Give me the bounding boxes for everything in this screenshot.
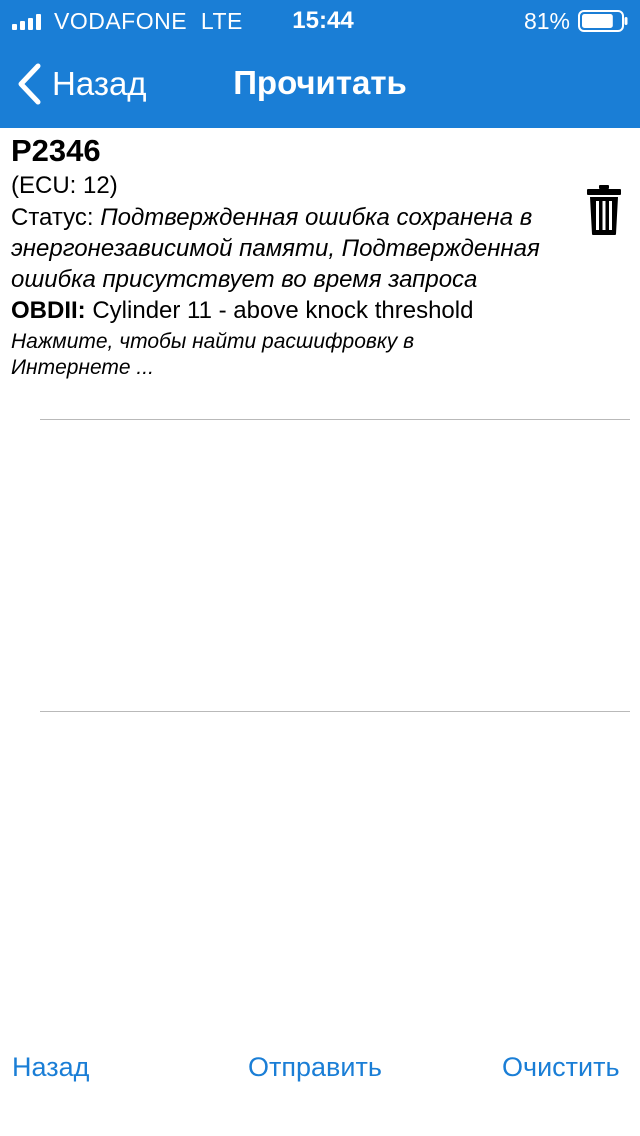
- battery-fill: [582, 14, 613, 28]
- clear-button[interactable]: Очистить: [502, 1052, 620, 1083]
- battery-icon: [578, 10, 628, 32]
- bottom-toolbar: Назад Отправить Очистить: [0, 1040, 640, 1100]
- nav-bar: Назад Прочитать: [0, 40, 640, 128]
- error-list-item[interactable]: P2346 (ECU: 12) Статус: Подтвержденная о…: [11, 128, 571, 381]
- header: VODAFONE LTE 15:44 81% Назад Прочитать: [0, 0, 640, 128]
- battery-percent: 81%: [523, 8, 570, 34]
- divider: [40, 711, 630, 712]
- error-code: P2346: [11, 133, 101, 168]
- status-label: Статус:: [11, 204, 94, 231]
- send-button[interactable]: Отправить: [248, 1052, 382, 1083]
- ecu-label: (ECU: 12): [11, 172, 118, 199]
- status-line: Статус: Подтвержденная ошибка сохранена …: [11, 202, 571, 295]
- obd-label: OBDII:: [11, 297, 86, 324]
- search-online-hint[interactable]: Нажмите, чтобы найти расшифровку в Интер…: [11, 329, 471, 381]
- trash-icon[interactable]: [586, 184, 622, 236]
- page-title: Прочитать: [233, 64, 407, 101]
- divider: [40, 419, 630, 420]
- obd-line: OBDII: Cylinder 11 - above knock thresho…: [11, 295, 571, 327]
- back-button[interactable]: Назад: [12, 1052, 89, 1083]
- status-bar: VODAFONE LTE 15:44 81%: [0, 0, 640, 40]
- obd-description: Cylinder 11 - above knock threshold: [92, 297, 474, 324]
